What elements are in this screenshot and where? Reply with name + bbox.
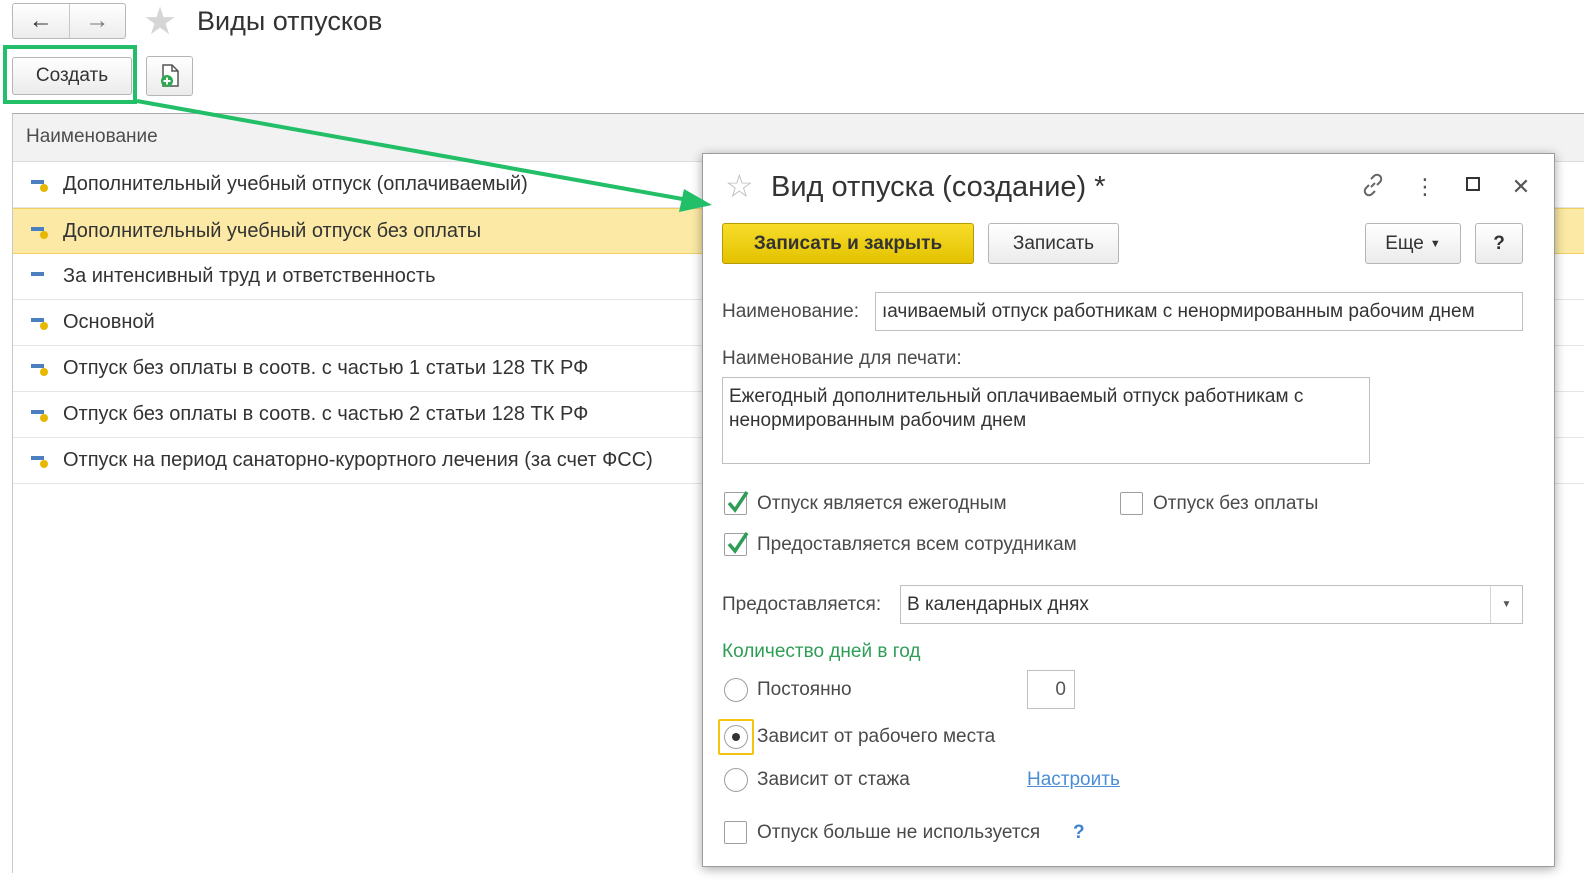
maximize-icon[interactable] [1458,172,1488,202]
radio-seniority[interactable] [724,768,748,792]
create-button[interactable]: Создать [12,57,132,95]
item-with-marker-icon [31,456,48,468]
arrow-left-icon: ← [28,7,53,34]
dropdown-arrow-icon[interactable]: ▼ [1490,586,1522,623]
item-icon [31,272,44,276]
list-row-label: Дополнительный учебный отпуск без оплаты [63,220,482,242]
favorite-star-icon[interactable]: ★ [143,2,177,42]
more-vertical-icon[interactable]: ⋮ [1410,172,1440,202]
arrow-right-icon: → [85,7,110,34]
list-row-label: Дополнительный учебный отпуск (оплачивае… [63,173,528,195]
name-input[interactable]: ıачиваемый отпуск работникам с ненормиро… [875,292,1523,331]
close-icon[interactable]: ✕ [1506,172,1536,202]
radio-workplace-label: Зависит от рабочего места [757,726,996,747]
print-name-label: Наименование для печати: [722,348,962,369]
dropdown-arrow-icon: ▼ [1429,237,1441,250]
radio-constant-label: Постоянно [757,679,852,700]
help-button[interactable]: ? [1475,223,1523,264]
list-row-label: Отпуск на период санаторно-курортного ле… [63,449,653,471]
item-with-marker-icon [31,410,48,422]
dialog-title: Вид отпуска (создание) * [771,171,1106,203]
link-icon[interactable] [1358,172,1388,206]
chain-link-icon [1363,173,1383,197]
provided-label: Предоставляется: [722,594,882,615]
checkmark-icon [727,532,749,554]
list-row-label: Отпуск без оплаты в соотв. с частью 1 ст… [63,357,589,379]
item-with-marker-icon [31,364,48,376]
forward-button[interactable]: → [68,4,126,38]
copy-button[interactable] [146,56,193,96]
not-used-label: Отпуск больше не используется [757,822,1041,843]
all-employees-checkbox[interactable] [724,532,749,556]
radio-constant[interactable] [724,678,748,702]
vacation-type-dialog: ☆ Вид отпуска (создание) * ⋮ ✕ Записать … [702,153,1555,867]
annual-label: Отпуск является ежегодным [757,493,1007,514]
annual-checkbox[interactable] [724,491,749,515]
configure-link[interactable]: Настроить [1027,768,1120,792]
page-title: Виды отпусков [197,6,383,36]
all-employees-label: Предоставляется всем сотрудникам [757,534,1077,555]
list-row-label: Основной [63,311,155,333]
navigation-buttons: ← → [12,3,126,39]
list-row-label: Отпуск без оплаты в соотв. с частью 2 ст… [63,403,589,425]
radio-selected-dot [732,733,740,741]
unpaid-label: Отпуск без оплаты [1153,493,1319,514]
print-name-textarea[interactable]: Ежегодный дополнительный оплачиваемый от… [722,377,1370,464]
save-and-close-button[interactable]: Записать и закрыть [722,223,974,264]
list-row-label: За интенсивный труд и ответственность [63,265,436,287]
provided-select[interactable]: В календарных днях ▼ [900,585,1523,624]
favorite-star-icon[interactable]: ☆ [725,168,754,204]
name-label: Наименование: [722,301,859,322]
add-document-icon [160,64,179,87]
checkmark-icon [727,491,749,513]
radio-workplace[interactable] [724,725,748,749]
not-used-checkbox[interactable] [724,821,747,844]
save-button[interactable]: Записать [988,223,1119,264]
days-section-heading: Количество дней в год [722,641,921,662]
item-with-marker-icon [31,318,48,330]
more-actions-button[interactable]: Еще ▼ [1365,223,1461,264]
back-button[interactable]: ← [13,4,69,38]
provided-select-value: В календарных днях [907,594,1089,615]
more-actions-label: Еще [1385,232,1424,254]
help-question-icon[interactable]: ? [1073,821,1085,845]
unpaid-checkbox[interactable] [1120,492,1143,515]
item-with-marker-icon [31,227,48,239]
radio-seniority-label: Зависит от стажа [757,769,910,790]
constant-days-input[interactable]: 0 [1027,670,1075,709]
square-icon [1466,177,1480,191]
item-with-marker-icon [31,180,48,192]
